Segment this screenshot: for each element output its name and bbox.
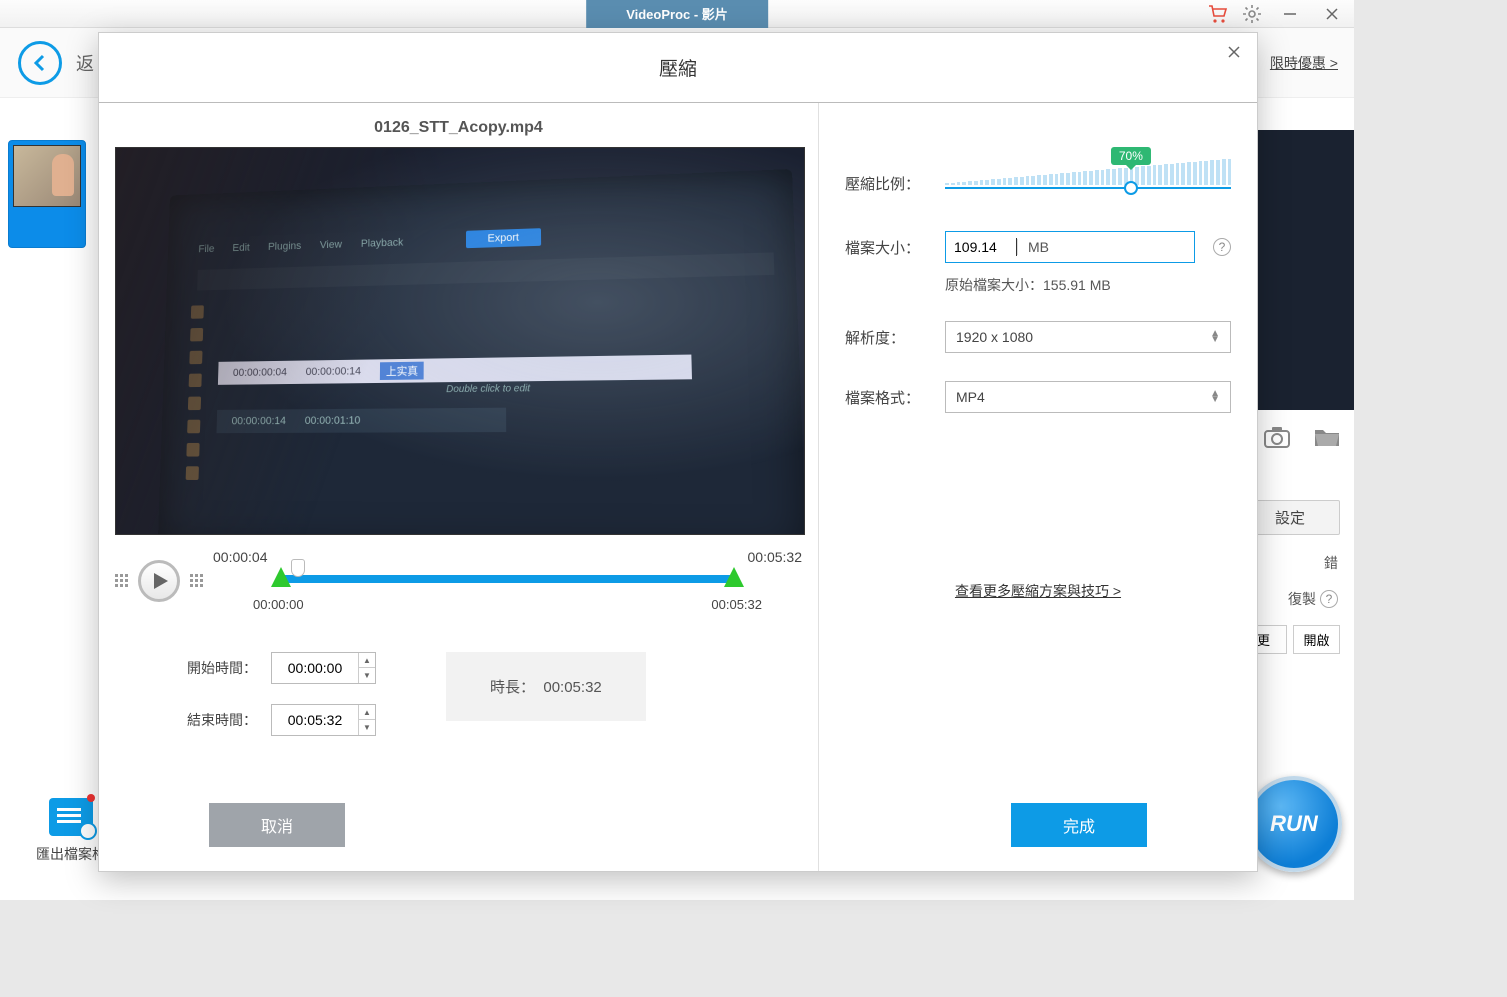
video-preview: FileEditPluginsViewPlayback Export 00:00… <box>115 147 805 535</box>
ratio-slider[interactable]: 70% <box>945 163 1231 203</box>
more-tips-link[interactable]: 查看更多壓縮方案與技巧 > <box>845 581 1231 601</box>
ratio-badge: 70% <box>1111 147 1151 165</box>
play-button[interactable] <box>138 560 180 602</box>
thumbnail-strip <box>8 140 90 254</box>
back-button[interactable] <box>18 41 62 85</box>
start-time-label: 開始時間： <box>187 658 257 678</box>
spin-up-icon[interactable]: ▲ <box>359 705 375 720</box>
start-time-input[interactable]: ▲▼ <box>271 652 376 684</box>
resolution-label: 解析度： <box>845 327 927 348</box>
size-label: 檔案大小： <box>845 237 927 258</box>
side-preview <box>1244 130 1354 410</box>
chevron-updown-icon: ▲▼ <box>1210 391 1220 403</box>
thumbnail-image <box>13 145 81 207</box>
duration-box: 時長： 00:05:32 <box>446 652 646 721</box>
cart-icon[interactable] <box>1208 4 1228 24</box>
resolution-value: 1920 x 1080 <box>956 329 1033 345</box>
modal-title: 壓縮 <box>659 54 697 81</box>
timeline-end-bottom: 00:05:32 <box>711 597 762 612</box>
back-label: 返 <box>76 50 94 76</box>
side-mini-b[interactable]: 開啟 <box>1293 625 1340 654</box>
time-inputs: 開始時間： ▲▼ 結束時間： ▲▼ <box>115 652 802 736</box>
format-select[interactable]: MP4 ▲▼ <box>945 381 1231 413</box>
timeline-current: 00:00:04 <box>213 549 268 565</box>
promo-link[interactable]: 限時優惠 > <box>1270 53 1338 73</box>
titlebar: VideoProc - 影片 <box>0 0 1354 28</box>
gear-icon[interactable] <box>1242 4 1262 24</box>
help-icon[interactable]: ? <box>1320 590 1338 608</box>
export-icon <box>49 798 93 836</box>
format-label: 檔案格式： <box>845 387 927 408</box>
format-value: MP4 <box>956 389 985 405</box>
duration-value: 00:05:32 <box>543 679 601 696</box>
titlebar-controls <box>1208 0 1354 28</box>
spin-down-icon[interactable]: ▼ <box>359 668 375 683</box>
spin-down-icon[interactable]: ▼ <box>359 720 375 735</box>
filename-label: 0126_STT_Acopy.mp4 <box>115 119 802 137</box>
duration-label: 時長： <box>490 679 535 696</box>
minimize-button[interactable] <box>1276 0 1304 28</box>
modal-header: 壓縮 <box>99 33 1257 103</box>
grip-right-icon[interactable] <box>190 574 203 587</box>
cancel-button[interactable]: 取消 <box>209 803 345 847</box>
window-title: VideoProc - 影片 <box>586 0 768 28</box>
timeline-bar[interactable] <box>213 567 802 593</box>
done-button[interactable]: 完成 <box>1011 803 1147 847</box>
export-label: 匯出檔案格 <box>36 844 106 864</box>
size-field[interactable] <box>946 239 1016 255</box>
size-unit: MB <box>1017 239 1194 255</box>
size-input[interactable]: MB <box>945 231 1195 263</box>
timeline-start-bottom: 00:00:00 <box>253 597 304 612</box>
timeline-handle-end[interactable] <box>724 567 744 587</box>
export-block[interactable]: 匯出檔案格 <box>36 798 106 864</box>
end-time-field[interactable] <box>272 712 358 728</box>
main-window: VideoProc - 影片 返 限時優惠 > <box>0 0 1354 900</box>
run-button[interactable]: RUN <box>1246 776 1342 872</box>
end-time-label: 結束時間： <box>187 710 257 730</box>
modal-footer: 取消 完成 <box>99 803 1257 847</box>
side-toolbar <box>1264 426 1340 448</box>
grip-left-icon[interactable] <box>115 574 128 587</box>
original-size-label: 原始檔案大小：155.91 MB <box>945 275 1231 295</box>
end-time-input[interactable]: ▲▼ <box>271 704 376 736</box>
help-icon[interactable]: ? <box>1213 238 1231 256</box>
timeline-end-top: 00:05:32 <box>748 549 803 565</box>
camera-icon[interactable] <box>1264 426 1290 448</box>
resolution-select[interactable]: 1920 x 1080 ▲▼ <box>945 321 1231 353</box>
thumbnail-item[interactable] <box>8 140 86 248</box>
timeline-handle-start[interactable] <box>271 567 291 587</box>
slider-thumb[interactable] <box>1124 181 1138 195</box>
spin-up-icon[interactable]: ▲ <box>359 653 375 668</box>
modal-left-panel: 0126_STT_Acopy.mp4 FileEditPluginsViewPl… <box>99 103 819 871</box>
modal-right-panel: 壓縮比例： 70% 檔案大小： MB ? <box>819 103 1257 871</box>
ratio-label: 壓縮比例： <box>845 173 927 194</box>
compress-modal: 壓縮 0126_STT_Acopy.mp4 FileEditPluginsVie… <box>98 32 1258 872</box>
close-window-button[interactable] <box>1318 0 1346 28</box>
folder-icon[interactable] <box>1314 426 1340 448</box>
timeline: 00:00:04 00:05:32 00:00:00 00:05:32 <box>115 549 802 612</box>
timeline-playhead[interactable] <box>291 559 305 577</box>
chevron-updown-icon: ▲▼ <box>1210 331 1220 343</box>
start-time-field[interactable] <box>272 660 358 676</box>
modal-close-button[interactable] <box>1221 39 1247 65</box>
